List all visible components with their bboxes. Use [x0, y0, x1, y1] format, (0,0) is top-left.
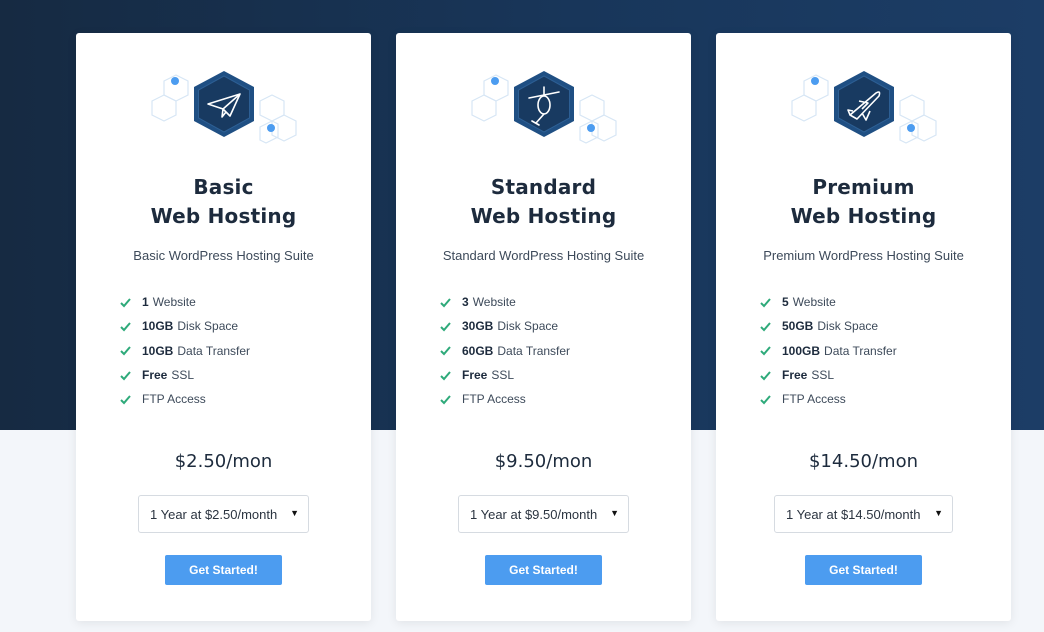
get-started-button[interactable]: Get Started!	[165, 555, 282, 585]
select-value: 1 Year at $9.50/month	[470, 506, 598, 522]
feature-list: 3 Website 30GB Disk Space 60GB Data Transfe…	[439, 286, 570, 415]
check-icon	[760, 370, 771, 381]
check-icon	[440, 346, 451, 356]
plan-subtitle: Premium WordPress Hosting Suite	[763, 248, 964, 263]
check-icon	[760, 322, 771, 332]
helicopter-icon	[466, 65, 622, 145]
check-icon	[760, 395, 771, 405]
plan-price: $2.50/mon	[174, 451, 273, 472]
get-started-button[interactable]: Get Started!	[485, 555, 602, 585]
plan-price: $14.50/mon	[808, 451, 918, 472]
plan-price: $9.50/mon	[494, 451, 593, 472]
plan-title: Premium Web Hosting	[790, 175, 937, 228]
feature-list: 5 Website 50GB Disk Space 100GB Data Transf…	[759, 286, 897, 415]
check-icon	[120, 322, 131, 332]
pricing-card-premium: Premium Web Hosting Premium WordPress Ho…	[716, 33, 1011, 621]
get-started-button[interactable]: Get Started!	[805, 555, 922, 585]
airplane-icon	[786, 65, 942, 145]
check-icon	[440, 297, 451, 308]
billing-period-select[interactable]: 1 Year at $2.50/month ▼	[138, 495, 309, 533]
feature-item: FTP Access	[439, 383, 570, 415]
feature-item: FTP Access	[119, 383, 250, 415]
pricing-card-standard: Standard Web Hosting Standard WordPress …	[396, 33, 691, 621]
billing-period-select[interactable]: 1 Year at $9.50/month ▼	[458, 495, 629, 533]
check-icon	[120, 395, 131, 405]
check-icon	[440, 370, 451, 381]
check-icon	[440, 395, 451, 405]
select-value: 1 Year at $14.50/month	[786, 506, 921, 522]
billing-period-select[interactable]: 1 Year at $14.50/month ▼	[774, 495, 953, 533]
plan-title: Standard Web Hosting	[470, 175, 617, 228]
check-icon	[760, 297, 771, 308]
plan-title: Basic Web Hosting	[150, 175, 297, 228]
caret-down-icon: ▼	[934, 508, 943, 518]
feature-item: FTP Access	[759, 383, 897, 415]
check-icon	[760, 346, 771, 356]
pricing-card-basic: Basic Web Hosting Basic WordPress Hostin…	[76, 33, 371, 621]
feature-list: 1 Website 10GB Disk Space 10GB Data Transfe…	[119, 286, 250, 415]
caret-down-icon: ▼	[290, 508, 299, 518]
check-icon	[120, 297, 131, 308]
caret-down-icon: ▼	[610, 508, 619, 518]
check-icon	[120, 346, 131, 356]
select-value: 1 Year at $2.50/month	[150, 506, 278, 522]
paper-plane-icon	[146, 65, 302, 145]
check-icon	[440, 322, 451, 332]
plan-subtitle: Basic WordPress Hosting Suite	[133, 248, 314, 263]
plan-subtitle: Standard WordPress Hosting Suite	[442, 248, 645, 263]
check-icon	[120, 370, 131, 381]
